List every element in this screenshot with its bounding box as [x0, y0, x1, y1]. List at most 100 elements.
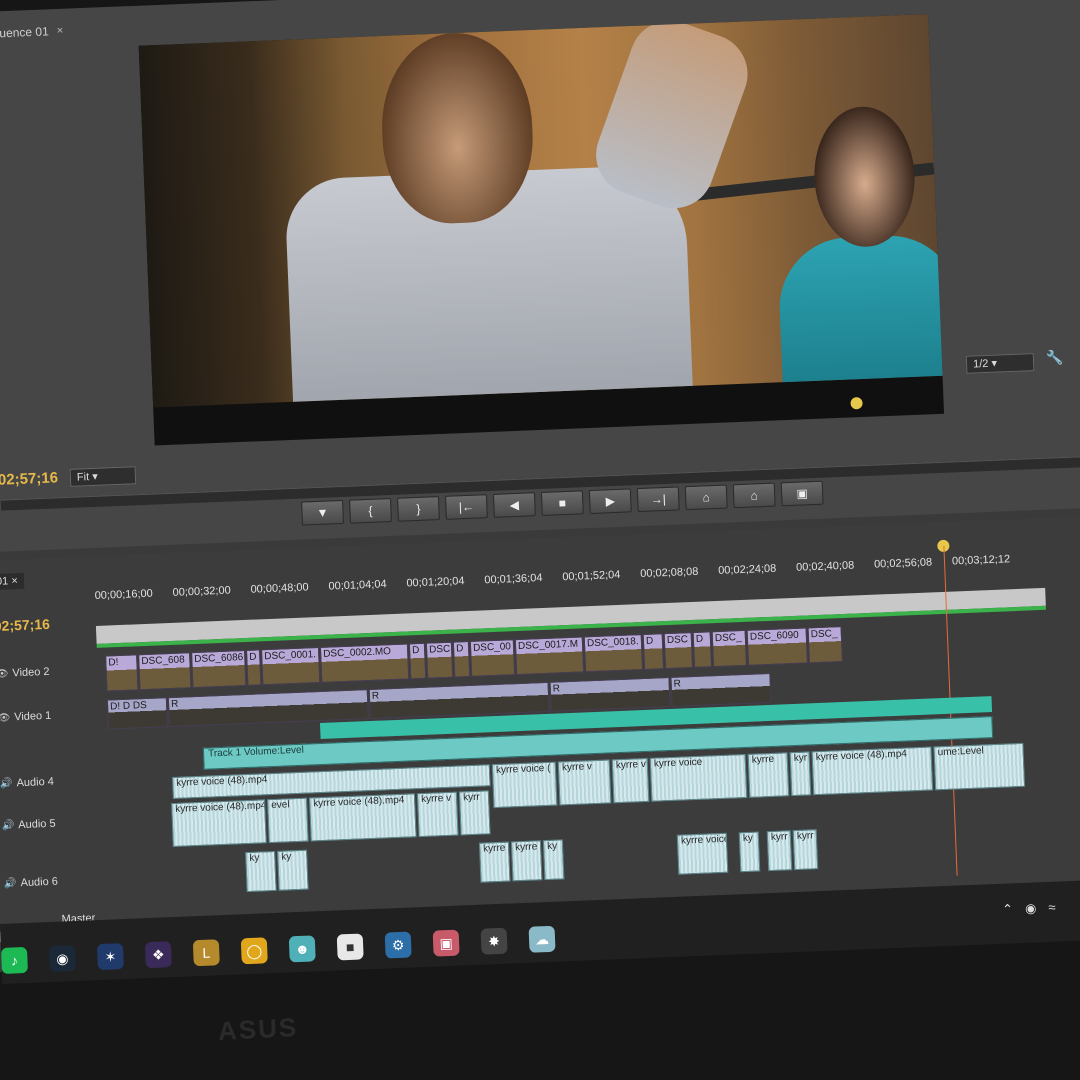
audio-clip[interactable]: ky [277, 849, 309, 891]
video-clip[interactable]: D! D DS [106, 697, 169, 730]
step-forward-button[interactable]: ▶ [588, 488, 632, 515]
audio-clip[interactable]: kyrre [478, 841, 511, 883]
audio-clip[interactable]: ky [738, 831, 761, 873]
audio-clip[interactable]: kyrre voice (48).mp4 [171, 799, 267, 848]
timeline-timecode[interactable]: 02;57;16 [0, 616, 50, 634]
mark-out-button[interactable]: } [396, 496, 440, 522]
track-header-audio4[interactable]: 🔊 Audio 4 [0, 773, 116, 790]
video-clip[interactable]: R [549, 676, 671, 712]
ruler-tick: 00;01;36;04 [484, 571, 543, 587]
video-clip[interactable]: DSC_0017.M [514, 636, 585, 676]
video-clip[interactable]: D [452, 640, 471, 678]
fan-icon[interactable]: ✸ [480, 927, 508, 955]
notes-icon[interactable]: ■ [336, 933, 364, 961]
chrome-icon[interactable]: ◯ [240, 937, 268, 965]
track-header-video1[interactable]: 👁 Video 1 [0, 707, 114, 724]
twitch-icon[interactable]: ❖ [144, 941, 172, 969]
video-clip[interactable]: DSC_608 [138, 652, 192, 691]
video-clip[interactable]: DSC_ [807, 626, 843, 664]
audio-clip[interactable]: ky [245, 850, 277, 893]
steam-icon[interactable]: ◉ [48, 945, 76, 973]
audio-clip[interactable]: kyrre voice (48).mp4 [308, 793, 417, 842]
speaker-icon[interactable]: 🔊 [4, 878, 17, 889]
go-to-in-button[interactable]: |← [444, 494, 488, 520]
video-clip[interactable]: R [368, 681, 550, 720]
video-clip[interactable]: D [245, 649, 262, 686]
video-clip[interactable]: D [408, 642, 427, 680]
marker-icon: ▼ [316, 505, 329, 520]
fit-dropdown[interactable]: Fit ▾ [69, 466, 137, 487]
add-marker-button[interactable]: ▼ [301, 499, 345, 526]
photos-icon[interactable]: ▣ [432, 929, 460, 957]
audio-clip[interactable]: kyrre v [557, 759, 612, 806]
eye-icon[interactable]: 👁 [0, 712, 10, 724]
video-clip[interactable]: DSC_0018. [583, 634, 644, 673]
time-ruler[interactable] [95, 587, 1046, 644]
audio-clip[interactable]: kyrr [458, 790, 491, 836]
audio-clip[interactable]: kyrr [792, 829, 819, 871]
stop-button[interactable]: ■ [540, 490, 584, 516]
cloud-icon[interactable]: ☁ [528, 925, 556, 953]
audio-clip[interactable]: kyrre voice [649, 753, 748, 802]
audio-clip[interactable]: kyr [789, 751, 812, 797]
audio-clip[interactable]: kyrre [510, 840, 543, 882]
mark-in-icon: { [368, 503, 373, 518]
video-clip[interactable]: R [670, 672, 772, 707]
wrench-icon[interactable]: 🔧 [1046, 349, 1064, 367]
video-clip[interactable]: DSC [425, 641, 454, 679]
track-header-audio6[interactable]: 🔊 Audio 6 [0, 873, 120, 890]
video-clip[interactable]: D! [105, 654, 139, 692]
chevron-up-icon[interactable]: ⌃ [1002, 901, 1014, 917]
video-clip[interactable]: DSC_0001. [260, 647, 321, 686]
track1-label: Track 1 [207, 747, 242, 760]
audio-clip[interactable]: ume:Level [933, 742, 1026, 791]
audio-clip[interactable]: kyrre v [416, 791, 459, 838]
audio-clip[interactable]: kyrre voice ( [491, 761, 558, 809]
discord-icon[interactable]: ☻ [288, 935, 316, 963]
audio-clip[interactable]: kyrre [747, 752, 790, 798]
ruler-tick: 00;02;24;08 [717, 562, 777, 577]
speaker-icon[interactable]: 🔊 [0, 778, 13, 789]
battlenet-icon[interactable]: ✶ [96, 943, 124, 971]
video-clip[interactable]: DSC_00 [469, 639, 516, 677]
audio-clip[interactable]: kyrre v [611, 757, 650, 804]
audio-clip[interactable]: evel [266, 797, 309, 844]
video-clip[interactable]: DSC_ [711, 629, 748, 668]
zoom-dropdown[interactable]: 1/2 ▾ [965, 353, 1035, 374]
spotify-icon[interactable]: ♪ [0, 946, 28, 974]
video-clip[interactable]: DSC_6090 [746, 627, 808, 666]
timeline-tab-label[interactable]: 01 [0, 575, 9, 587]
audio-clip[interactable]: kyrre voice [676, 832, 729, 875]
premiere-window: Sequence 01 × 1/2 ▾ 🔧 02;57;16 Fit ▾ ▼ {… [0, 0, 1080, 973]
program-monitor-panel: Sequence 01 × 1/2 ▾ 🔧 02;57;16 Fit ▾ ▼ {… [0, 0, 1080, 553]
extract-button[interactable]: ⌂ [732, 482, 776, 509]
go-to-out-button[interactable]: →| [636, 486, 680, 513]
antivirus-icon[interactable]: ◉ [1025, 900, 1037, 916]
audio-clip[interactable]: kyrr [766, 830, 793, 872]
step-forward-icon: ▶ [605, 494, 616, 509]
audio-clip[interactable]: ky [542, 839, 565, 881]
video-clip[interactable]: DSC_6086 [191, 649, 247, 689]
close-icon[interactable]: × [56, 25, 63, 37]
monitor-timecode[interactable]: 02;57;16 [0, 469, 58, 488]
audio-clip[interactable]: kyrre voice (48).mp4 [811, 746, 934, 796]
monitor-tab[interactable]: Sequence 01 × [0, 21, 64, 45]
track-header-audio5[interactable]: 🔊 Audio 5 [0, 815, 118, 832]
track-header-video2[interactable]: 👁 Video 2 [0, 663, 112, 680]
timeline-tab[interactable]: 01 × [0, 572, 25, 591]
video-clip[interactable]: D [692, 631, 713, 668]
export-frame-button[interactable]: ▣ [780, 480, 824, 507]
video-clip[interactable]: D [642, 633, 665, 670]
mark-in-button[interactable]: { [349, 498, 392, 524]
speaker-icon[interactable]: 🔊 [2, 820, 15, 831]
step-back-button[interactable]: ◀ [492, 492, 536, 518]
settings-icon[interactable]: ⚙ [384, 931, 412, 959]
wifi-icon[interactable]: ≈ [1048, 900, 1056, 916]
video-clip[interactable]: DSC [663, 632, 694, 670]
monitor-tab-title[interactable]: Sequence 01 [0, 24, 49, 41]
league-icon[interactable]: L [192, 939, 220, 967]
lift-button[interactable]: ⌂ [684, 484, 728, 511]
video-clip[interactable]: DSC_0002.MO [319, 643, 410, 683]
eye-icon[interactable]: 👁 [0, 668, 9, 680]
actor-left-head [378, 30, 536, 226]
